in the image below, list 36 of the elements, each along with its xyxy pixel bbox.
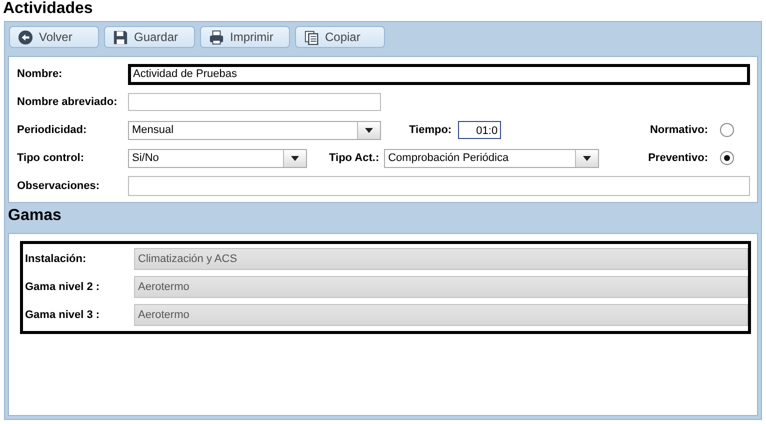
readonly-field: Climatización y ACS	[134, 248, 748, 270]
field-label: Gama nivel 2 :	[24, 281, 101, 293]
radio-button[interactable]	[720, 151, 734, 165]
name-field[interactable]: Actividad de Pruebas	[128, 64, 750, 84]
observations-field[interactable]	[128, 176, 750, 196]
short-name-field[interactable]	[128, 93, 381, 111]
page-title: Actividades	[2, 0, 93, 18]
radio-button[interactable]	[720, 123, 734, 137]
activity-type-dropdown[interactable]: Comprobación Periódica	[384, 148, 600, 168]
field-label: Observaciones:	[17, 180, 101, 192]
periodicity-dropdown[interactable]: Mensual	[128, 120, 381, 140]
field-label: Tipo Act.:	[329, 152, 380, 164]
caret-icon	[291, 156, 299, 160]
field-label: Preventivo:	[648, 152, 708, 164]
readonly-field: Aerotermo	[134, 276, 748, 298]
printer-icon	[209, 30, 224, 44]
copy-icon	[304, 30, 319, 44]
toolbar-button[interactable]: Copiar	[295, 26, 385, 48]
field-label: Normativo:	[650, 124, 708, 136]
field-label: Nombre:	[17, 68, 64, 80]
toolbar-button[interactable]: Guardar	[104, 26, 195, 48]
caret-icon	[365, 128, 373, 132]
time-field[interactable]: 01:0	[458, 121, 501, 139]
readonly-field: Aerotermo	[134, 304, 748, 326]
toolbar-button[interactable]: Volver	[9, 26, 99, 48]
field-label: Nombre abreviado:	[17, 96, 118, 108]
control-type-dropdown[interactable]: Si/No	[128, 148, 307, 168]
field-label: Gama nivel 3 :	[24, 309, 101, 321]
field-label: Tipo control:	[17, 152, 86, 164]
caret-icon	[583, 156, 592, 160]
field-label: Tiempo:	[409, 124, 452, 136]
field-label: Instalación:	[24, 253, 88, 265]
field-label: Periodicidad:	[17, 124, 88, 136]
section-title: Gamas	[7, 206, 62, 226]
save-icon	[113, 30, 128, 44]
toolbar-button[interactable]: Imprimir	[200, 26, 290, 48]
